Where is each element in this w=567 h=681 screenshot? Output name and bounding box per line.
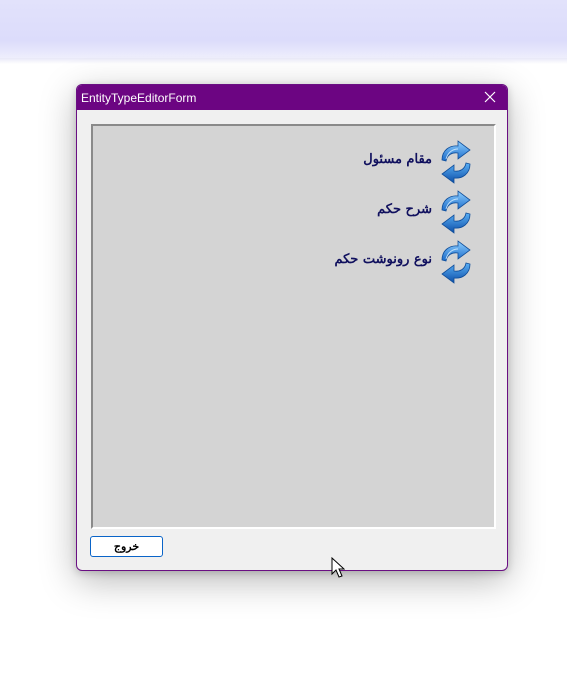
list-item-order-copy-type[interactable]: نوع رونوشت حکم: [334, 240, 474, 284]
list-item-responsible-authority[interactable]: مقام مسئول: [363, 140, 474, 184]
list-item-order-description[interactable]: شرح حکم: [377, 190, 474, 234]
mouse-cursor-icon: [331, 557, 345, 578]
close-icon: [484, 91, 496, 103]
list-item-label: نوع رونوشت حکم: [334, 251, 432, 267]
exit-button[interactable]: خروج: [90, 536, 163, 557]
close-button[interactable]: [473, 85, 507, 110]
window-title: EntityTypeEditorForm: [81, 91, 197, 105]
list-item-label: شرح حکم: [377, 201, 432, 217]
background-banner: [0, 0, 567, 64]
window-titlebar[interactable]: EntityTypeEditorForm: [77, 85, 507, 110]
refresh-arrows-icon: [438, 190, 474, 234]
refresh-arrows-icon: [438, 140, 474, 184]
refresh-arrows-icon: [438, 240, 474, 284]
entity-type-editor-window: EntityTypeEditorForm مقام مسئول شرح حکم …: [76, 84, 508, 571]
entity-list-panel: مقام مسئول شرح حکم نوع رونوشت حکم: [91, 124, 496, 529]
list-item-label: مقام مسئول: [363, 151, 432, 167]
